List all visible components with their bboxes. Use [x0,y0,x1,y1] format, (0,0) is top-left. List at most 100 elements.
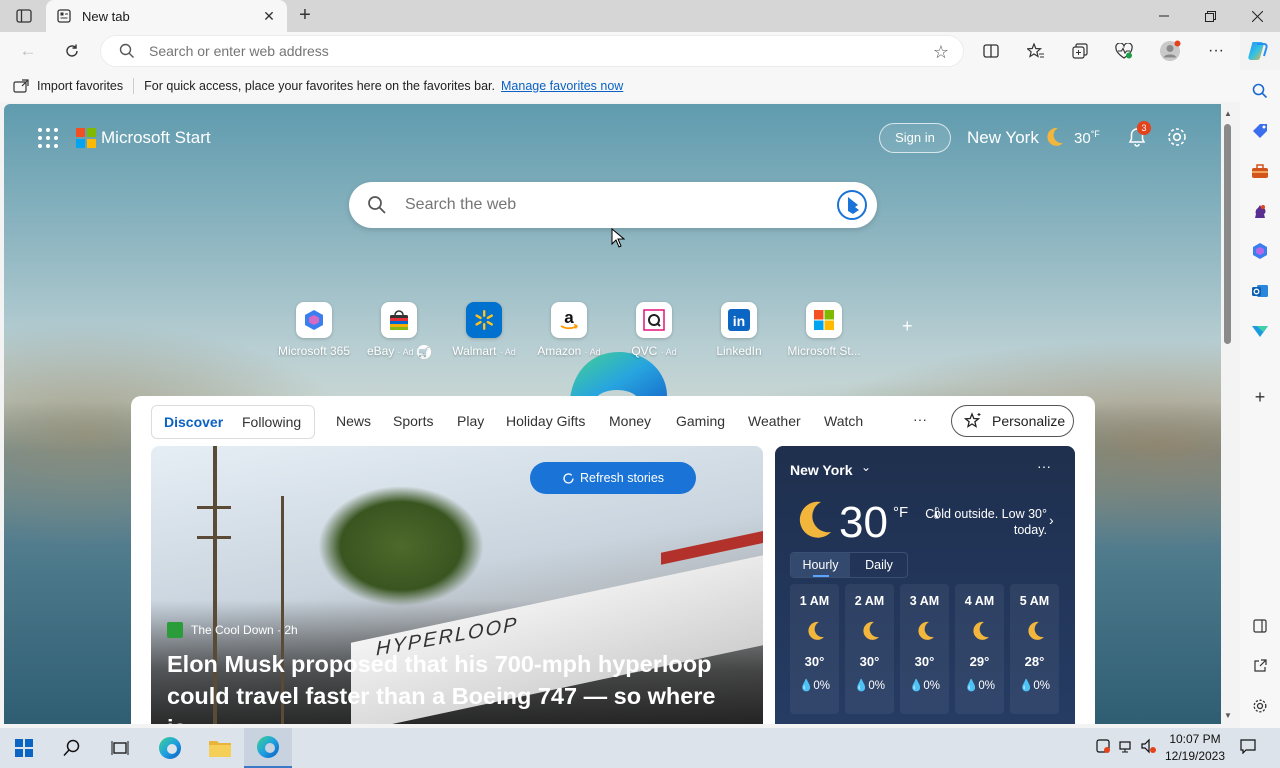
drop-icon[interactable] [1249,320,1271,342]
volume-muted-icon[interactable] [1140,738,1156,758]
edge-taskbar-icon[interactable] [146,728,194,768]
quick-link-linkedin[interactable]: in LinkedIn [699,302,779,362]
refresh-stories-button[interactable]: Refresh stories [530,462,696,494]
collections-icon[interactable] [1067,39,1093,63]
tab-following[interactable]: Following [242,414,301,430]
story-headline[interactable]: Elon Musk proposed that his 700-mph hype… [167,648,757,724]
hour-time: 1 AM [799,594,830,608]
nav-watch[interactable]: Watch [824,413,863,429]
quick-link-microsoft-365[interactable]: Microsoft 365 [274,302,354,362]
notification-tray-icon[interactable] [1095,738,1111,758]
favorites-bar: Import favorites For quick access, place… [0,70,1240,102]
hour-temp: 28° [1024,654,1045,669]
games-icon[interactable] [1249,200,1271,222]
quick-link-ebay[interactable]: eBay · Ad 🛒 [359,302,439,362]
split-screen-icon[interactable] [978,39,1004,63]
file-explorer-icon[interactable] [196,728,244,768]
chevron-down-icon[interactable]: ⌄ [861,460,871,474]
weather-city[interactable]: New York [790,462,853,478]
nav-gaming[interactable]: Gaming [676,413,725,429]
tab-hourly-label: Hourly [802,558,839,572]
manage-favorites-link[interactable]: Manage favorites now [501,79,623,93]
open-external-icon[interactable] [1249,655,1271,677]
network-icon[interactable] [1118,738,1134,758]
microsoft-365-icon[interactable] [1249,240,1271,262]
close-window-button[interactable] [1234,0,1280,32]
page-settings-gear-icon[interactable] [1166,126,1188,148]
minimize-button[interactable] [1141,0,1187,32]
outlook-icon[interactable] [1249,280,1271,302]
ad-badge: · Ad [660,347,677,357]
chevron-right-icon[interactable]: › [1049,512,1054,528]
close-tab-icon[interactable]: ✕ [261,8,277,24]
address-input[interactable] [149,43,909,59]
taskbar-clock[interactable]: 10:07 PM 12/19/2023 [1160,731,1230,765]
browser-essentials-icon[interactable] [1111,39,1137,63]
search-icon[interactable] [1249,80,1271,102]
tab-new-tab[interactable]: New tab ✕ [46,0,287,32]
scroll-up-arrow-icon[interactable]: ▲ [1224,109,1232,118]
shopping-tag-icon[interactable] [1249,120,1271,142]
favorites-icon[interactable] [1023,39,1049,63]
header-weather-city[interactable]: New York [967,128,1039,148]
hero-story-card[interactable]: HYPERLOOP Refresh stories The Cool Down … [151,446,763,724]
web-search-box[interactable] [349,182,877,228]
add-sidebar-app-icon[interactable]: + [1249,386,1271,408]
tile-label: QVC [631,344,658,358]
clock-date: 12/19/2023 [1164,749,1226,763]
nav-news[interactable]: News [336,413,371,429]
amazon-logo-icon: a [551,302,587,338]
app-launcher-icon[interactable] [38,128,58,148]
personalize-button[interactable]: Personalize [951,405,1074,437]
brand-title[interactable]: Microsoft Start [101,128,211,148]
settings-and-more-icon[interactable]: ··· [1203,39,1229,63]
new-tab-button[interactable]: + [294,5,316,26]
personalize-label: Personalize [992,413,1066,429]
copilot-icon[interactable] [1245,38,1271,64]
tab-daily[interactable]: Daily [850,553,908,577]
action-center-icon[interactable] [1240,738,1256,758]
sign-in-button[interactable]: Sign in [879,123,951,153]
add-shortcut-icon[interactable]: + [902,316,913,337]
start-button[interactable] [0,728,48,768]
nav-weather[interactable]: Weather [748,413,801,429]
sidebar-settings-gear-icon[interactable] [1249,695,1271,717]
header-temperature[interactable]: 30°F [1074,129,1100,147]
taskbar-search-icon[interactable] [48,728,96,768]
microsoft-logo-icon [76,128,96,148]
quick-link-amazon[interactable]: a Amazon · Ad [529,302,609,362]
hide-sidebar-icon[interactable] [1249,615,1271,637]
quick-link-microsoft-store[interactable]: Microsoft St... [784,302,864,362]
page-scrollbar[interactable]: ▲ ▼ [1221,104,1236,724]
notification-count-badge: 3 [1137,121,1151,135]
tab-hourly[interactable]: Hourly [791,553,850,577]
edge-active-taskbar-icon[interactable] [244,728,292,768]
scrollbar-thumb[interactable] [1224,124,1231,344]
add-favorite-star-icon[interactable]: ☆ [933,42,949,63]
task-view-icon[interactable] [96,728,144,768]
nav-holiday-gifts[interactable]: Holiday Gifts [506,413,585,429]
tab-actions-icon[interactable] [10,6,38,26]
scroll-down-arrow-icon[interactable]: ▼ [1224,711,1232,720]
quick-link-walmart[interactable]: Walmart · Ad [444,302,524,362]
ad-badge: · Ad [584,347,601,357]
profile-avatar[interactable] [1157,39,1183,63]
back-button[interactable]: ← [14,39,42,63]
weather-more-options[interactable]: ··· [1037,458,1051,474]
title-bar: New tab ✕ + [0,0,1280,32]
import-favorites-button[interactable]: Import favorites [13,79,123,93]
tab-title: New tab [82,8,130,24]
restore-button[interactable] [1187,0,1233,32]
bing-chat-icon[interactable] [835,188,869,222]
tab-discover[interactable]: Discover [164,414,223,430]
quick-link-qvc[interactable]: QVC · Ad [614,302,694,362]
web-search-input[interactable] [405,196,805,214]
nav-sports[interactable]: Sports [393,413,433,429]
address-bar[interactable]: ☆ [100,35,964,67]
weather-card[interactable]: New York ⌄ ··· 30 °F 🌡 Cold outside. Low… [775,446,1075,724]
more-nav-icon[interactable]: ··· [913,411,927,427]
nav-money[interactable]: Money [609,413,651,429]
nav-play[interactable]: Play [457,413,484,429]
refresh-button[interactable] [58,39,86,63]
tools-icon[interactable] [1249,160,1271,182]
